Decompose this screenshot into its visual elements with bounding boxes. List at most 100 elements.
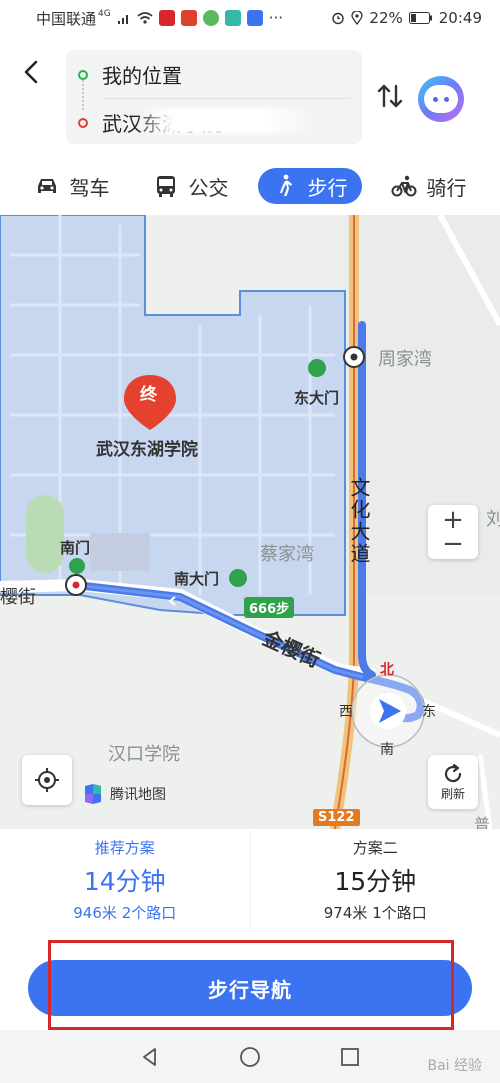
map-canvas [0,215,500,829]
assistant-face-icon [424,85,458,113]
compass-west-label: 西 [339,704,353,720]
end-dot-icon [78,117,88,128]
nav-back-icon[interactable] [139,1046,161,1068]
travel-mode-tabs: 驾车 公交 步行 骑行 [0,158,500,214]
tencent-map-logo-icon [85,784,101,804]
redaction-mask [136,108,316,134]
sports-field [26,495,64,573]
tab-bike-label: 骑行 [426,175,467,200]
route-header: 我的位置 武汉东湖学院 [0,36,500,156]
news-app-icon [180,10,197,26]
edge-label-right: 刘 [486,509,500,530]
swap-icon [377,84,403,108]
map-provider-label: 腾讯地图 [110,787,166,803]
east-gate-bus-icon [308,359,326,377]
back-arrow-icon [24,60,38,84]
plan-detail: 946米 2个路口 [73,902,176,923]
navigation-area: 步行导航 [0,930,500,1030]
back-button[interactable] [18,58,46,86]
tab-walk[interactable]: 步行 [257,168,362,204]
car-icon [37,179,56,193]
green-app-icon [202,10,219,26]
route-connector [82,80,84,110]
assistant-eye-left [433,96,438,102]
tab-drive[interactable]: 驾车 [20,168,124,204]
plan-crossings: 1个路口 [372,904,427,922]
yinglingjie-left-label: 樱街 [0,587,36,608]
tencent-map-app-icon [246,10,263,26]
zhoujiawan-label: 周家湾 [378,349,432,370]
nav-home-icon[interactable] [239,1046,261,1068]
carrier-name: 中国联通 [36,9,97,28]
swap-route-button[interactable] [374,80,406,112]
refresh-icon [444,763,462,782]
plan-time: 14分钟 [83,867,166,896]
battery-icon [408,12,432,24]
wenhua-dadao-label: 文化大道 [347,477,371,565]
nav-recents-icon[interactable] [339,1046,361,1068]
teal-app-icon [224,10,241,26]
start-dot-icon [78,69,88,80]
route-plans: 推荐方案 14分钟 946米 2个路口 方案二 15分钟 974米 1个路口 [0,830,500,930]
locate-button[interactable] [22,755,72,805]
tab-bus-label: 公交 [188,175,229,200]
east-gate-label[interactable]: 东大门 [294,387,339,408]
map-provider-logo: 腾讯地图 [82,783,166,805]
phone-screen: 中国联通 4G ··· 22% 20:49 我的位置 驾车 公交 步行 骑行 终… [0,0,500,1083]
compass-north-label: 北 [380,662,394,678]
refresh-label: 刷新 [440,786,465,801]
status-bar: 中国联通 4G ··· 22% 20:49 [0,0,500,36]
map-view[interactable]: 终 武汉东湖学院 周家湾 东大门 蔡家湾 南大门 南门 樱街 金樱街 文化大道 … [0,215,500,829]
zoom-control: + − [428,505,478,559]
annotation-highlight-box [48,940,454,1030]
walk-icon [279,174,292,196]
steps-badge: 666步 [244,597,295,618]
hankou-college-label: 汉口学院 [108,744,180,765]
alarm-icon [332,12,345,25]
route-divider [102,98,350,99]
compass-south-label: 南 [380,742,394,758]
refresh-button[interactable]: 刷新 [428,755,478,809]
plan-time: 15分钟 [334,867,417,896]
plan-crossings: 2个路口 [121,904,177,922]
watermark: Bai 经验 [427,1058,482,1074]
location-status-icon [351,11,364,25]
plan-tag: 推荐方案 [94,839,155,857]
zoom-out-button[interactable]: − [442,531,464,557]
route-card: 我的位置 武汉东湖学院 [66,50,362,144]
edge-label-right-bottom: 普 [474,815,491,829]
battery-percent: 22% [369,9,403,27]
tab-bus[interactable]: 公交 [139,168,243,204]
south-gate-big-label[interactable]: 南大门 [174,568,219,589]
destination-label[interactable]: 武汉东湖学院 [96,435,198,460]
end-marker-text: 终 [140,385,157,405]
system-navigation-bar: Bai 经验 [0,1030,500,1083]
tab-bike[interactable]: 骑行 [377,168,481,204]
bike-icon [391,175,416,197]
assistant-eye-right [444,96,449,102]
plan-two[interactable]: 方案二 15分钟 974米 1个路口 [249,830,500,930]
mic-app-icon [158,10,175,26]
south-gate-bus-icon [229,569,247,587]
south-gate-label[interactable]: 南门 [60,537,90,558]
south-gate-small-bus-icon [69,558,85,574]
caijiawan-label: 蔡家湾 [260,544,314,565]
plan-tag: 方案二 [352,839,398,857]
bus-icon [156,176,175,197]
compass-east-label: 东 [422,704,436,720]
road-sign-s122: S122 [313,809,360,826]
plan-recommended[interactable]: 推荐方案 14分钟 946米 2个路口 [0,830,250,930]
gray-block [90,533,150,571]
tab-drive-label: 驾车 [69,175,110,200]
wifi-icon [137,12,153,24]
status-right: 22% 20:49 [331,9,482,27]
signal-icon [117,15,128,24]
more-notifications-icon: ··· [268,9,284,27]
start-point-row[interactable]: 我的位置 [78,60,182,89]
plan-distance: 946米 [73,904,117,922]
voice-assistant-button[interactable] [418,76,464,122]
plan-detail: 974米 1个路口 [324,902,427,923]
plan-distance: 974米 [323,904,368,922]
clock: 20:49 [438,9,482,27]
start-point-label: 我的位置 [102,64,182,88]
